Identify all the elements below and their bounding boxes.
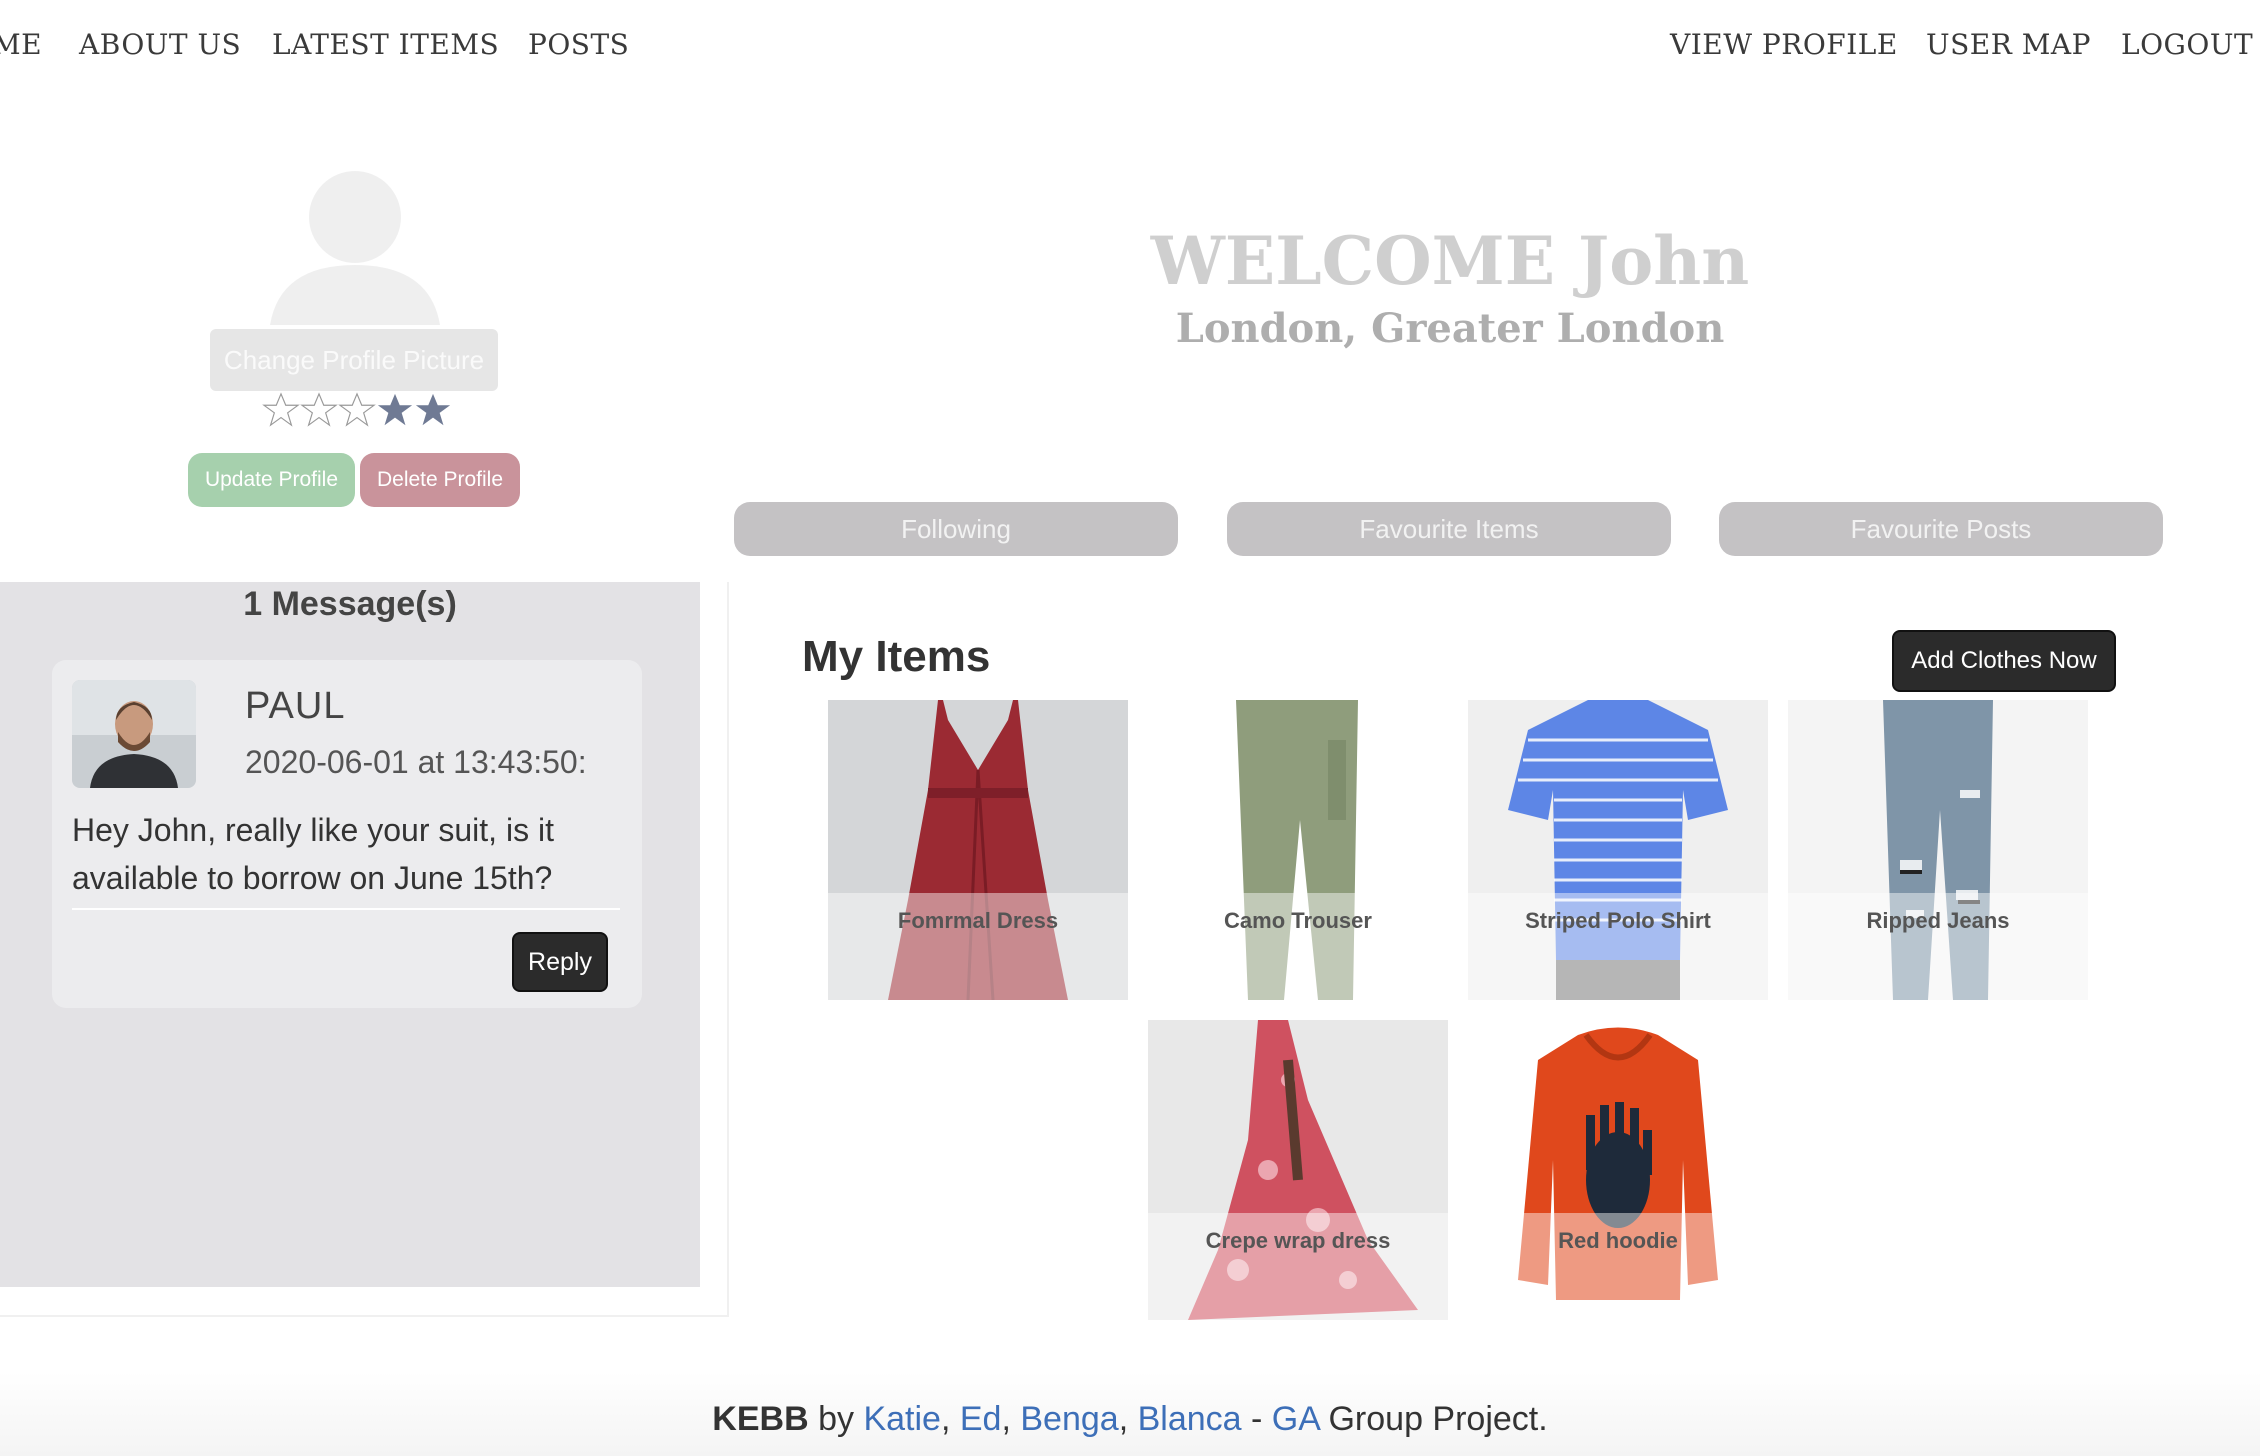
- footer-link-benga[interactable]: Benga: [1020, 1400, 1118, 1438]
- reply-button[interactable]: Reply: [512, 932, 608, 992]
- welcome-heading: WELCOME John: [1150, 222, 1750, 300]
- footer-by: by: [808, 1400, 864, 1438]
- delete-profile-button[interactable]: Delete Profile: [360, 453, 520, 507]
- tab-favourite-items[interactable]: Favourite Items: [1227, 502, 1671, 556]
- nav-latest-items[interactable]: LATEST ITEMS: [272, 28, 499, 61]
- nav-posts[interactable]: POSTS: [528, 28, 629, 61]
- sender-avatar: [72, 680, 196, 788]
- message-timestamp: 2020-06-01 at 13:43:50:: [245, 744, 587, 780]
- item-card[interactable]: Ripped Jeans: [1788, 700, 2088, 1000]
- sender-name: PAUL: [245, 685, 346, 727]
- update-profile-button[interactable]: Update Profile: [188, 453, 355, 507]
- nav-logout[interactable]: LOGOUT: [2121, 28, 2253, 61]
- star-filled-icon: [415, 393, 451, 426]
- message-body: Hey John, really like your suit, is it a…: [72, 812, 554, 896]
- item-card[interactable]: Fomrmal Dress: [828, 700, 1128, 1000]
- footer-brand: KEBB: [712, 1400, 809, 1438]
- nav-view-profile[interactable]: VIEW PROFILE: [1670, 28, 1898, 61]
- footer-link-ed[interactable]: Ed: [960, 1400, 1002, 1438]
- item-card[interactable]: Crepe wrap dress: [1148, 1020, 1448, 1320]
- profile-avatar: [270, 171, 440, 325]
- item-card[interactable]: Striped Polo Shirt: [1468, 700, 1768, 1000]
- nav-about-us[interactable]: ABOUT US: [79, 28, 241, 61]
- star-empty-icon: [338, 392, 376, 427]
- add-clothes-button[interactable]: Add Clothes Now: [1892, 630, 2116, 692]
- footer-suffix: Group Project.: [1319, 1400, 1548, 1438]
- my-items-heading: My Items: [802, 632, 991, 681]
- nav-user-map[interactable]: USER MAP: [1926, 28, 2091, 61]
- footer-link-ga[interactable]: GA: [1272, 1400, 1319, 1438]
- tab-following[interactable]: Following: [734, 502, 1178, 556]
- item-card[interactable]: Camo Trouser: [1148, 700, 1448, 1000]
- item-name: Ripped Jeans: [1866, 908, 2010, 933]
- footer-link-katie[interactable]: Katie: [863, 1400, 941, 1438]
- tab-favourite-posts[interactable]: Favourite Posts: [1719, 502, 2163, 556]
- footer-dash: -: [1241, 1400, 1272, 1438]
- item-name: Fomrmal Dress: [897, 908, 1059, 933]
- messages-count: 1 Message(s): [243, 585, 457, 623]
- star-filled-icon: [377, 393, 413, 426]
- item-name: Camo Trouser: [1224, 908, 1372, 933]
- message-divider: [72, 908, 620, 910]
- footer-credits: KEBB by Katie, Ed, Benga, Blanca - GA Gr…: [712, 1400, 1548, 1438]
- item-name: Red hoodie: [1558, 1228, 1678, 1253]
- item-card[interactable]: Red hoodie: [1468, 1020, 1768, 1320]
- item-name: Crepe wrap dress: [1205, 1228, 1391, 1253]
- item-name: Striped Polo Shirt: [1525, 908, 1711, 933]
- top-nav: ME ABOUT US LATEST ITEMS POSTS VIEW PROF…: [0, 0, 2260, 100]
- user-location: London, Greater London: [1175, 305, 1725, 352]
- footer-link-blanca[interactable]: Blanca: [1138, 1400, 1242, 1438]
- star-empty-icon: [262, 392, 300, 427]
- star-empty-icon: [300, 392, 338, 427]
- nav-home[interactable]: ME: [0, 28, 42, 61]
- change-profile-picture-button[interactable]: Change Profile Picture: [210, 329, 498, 391]
- rating-stars: [262, 388, 452, 438]
